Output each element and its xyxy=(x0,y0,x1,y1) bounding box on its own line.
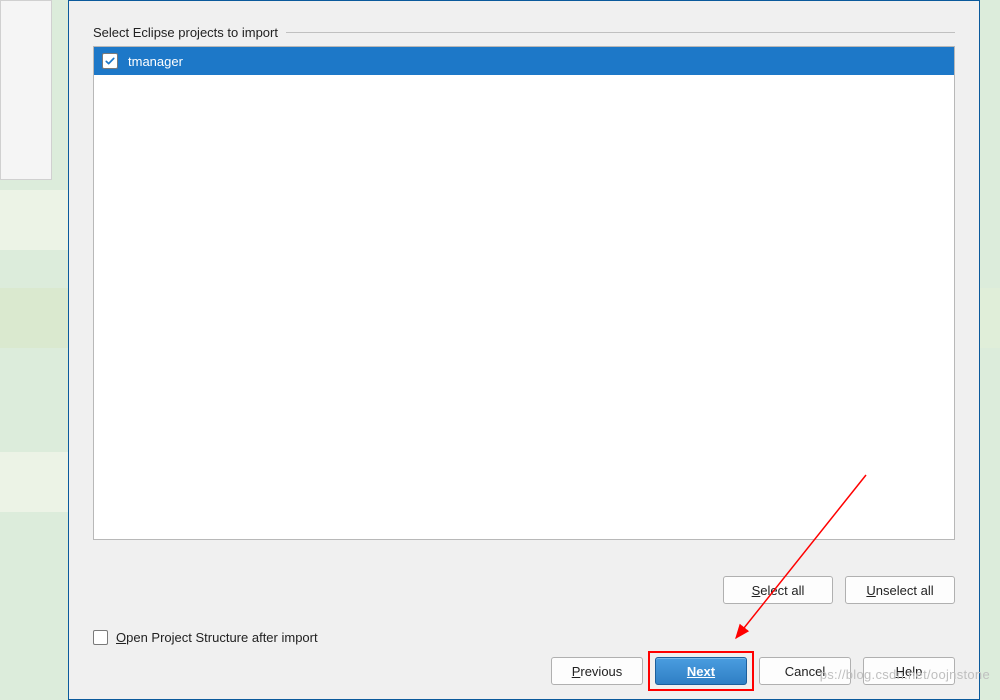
select-all-label: Select all xyxy=(752,583,805,598)
unselect-all-label: Unselect all xyxy=(866,583,933,598)
group-label: Select Eclipse projects to import xyxy=(93,25,286,40)
group-header: Select Eclipse projects to import xyxy=(93,25,955,40)
background-band xyxy=(0,452,68,512)
project-list[interactable]: tmanager xyxy=(93,46,955,540)
project-name: tmanager xyxy=(128,54,183,69)
background-band xyxy=(980,288,1000,348)
unselect-all-button[interactable]: Unselect all xyxy=(845,576,955,604)
watermark-text: ps://blog.csdn.net/oojnstone xyxy=(820,667,990,682)
import-dialog: Select Eclipse projects to import tmanag… xyxy=(68,0,980,700)
project-row[interactable]: tmanager xyxy=(94,47,954,75)
previous-label: Previous xyxy=(572,664,623,679)
select-buttons-row: Select all Unselect all xyxy=(93,576,955,604)
previous-button[interactable]: Previous xyxy=(551,657,643,685)
open-project-structure-label: Open Project Structure after import xyxy=(116,630,318,645)
project-checkbox[interactable] xyxy=(102,53,118,69)
open-project-structure-row: Open Project Structure after import xyxy=(93,630,955,645)
group-divider xyxy=(286,32,955,33)
background-band xyxy=(0,288,68,348)
background-band xyxy=(0,190,68,250)
next-button[interactable]: Next xyxy=(655,657,747,685)
check-icon xyxy=(104,55,116,67)
background-panel xyxy=(0,0,52,180)
open-project-structure-checkbox[interactable] xyxy=(93,630,108,645)
next-label: Next xyxy=(687,664,715,679)
next-button-wrap: Next xyxy=(655,657,747,685)
select-all-button[interactable]: Select all xyxy=(723,576,833,604)
